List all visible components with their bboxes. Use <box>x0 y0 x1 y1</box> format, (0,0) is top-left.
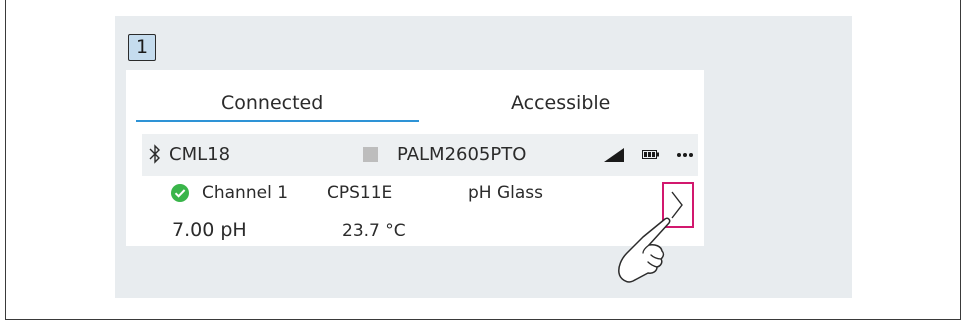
active-tab-indicator <box>136 120 419 122</box>
temperature-value: 23.7 °C <box>342 221 406 241</box>
check-circle-icon <box>171 184 189 202</box>
bluetooth-icon <box>149 144 160 164</box>
status-square-icon <box>363 147 378 162</box>
device-name: CML18 <box>169 144 231 165</box>
step-number-badge: 1 <box>128 34 156 61</box>
device-row[interactable]: CML18 PALM2605PTO <box>142 134 698 176</box>
sensor-label: CPS11E <box>327 183 393 203</box>
tab-connected[interactable]: Connected <box>221 92 323 114</box>
pointing-hand-icon <box>618 217 671 283</box>
battery-icon <box>642 150 659 159</box>
main-value: 7.00 pH <box>172 219 247 241</box>
sensor-type-label: pH Glass <box>468 183 544 203</box>
channel-label: Channel 1 <box>202 183 289 203</box>
more-icon[interactable] <box>677 153 693 157</box>
device-tag: PALM2605PTO <box>397 144 527 165</box>
tab-accessible[interactable]: Accessible <box>511 92 610 114</box>
signal-icon <box>604 148 624 162</box>
